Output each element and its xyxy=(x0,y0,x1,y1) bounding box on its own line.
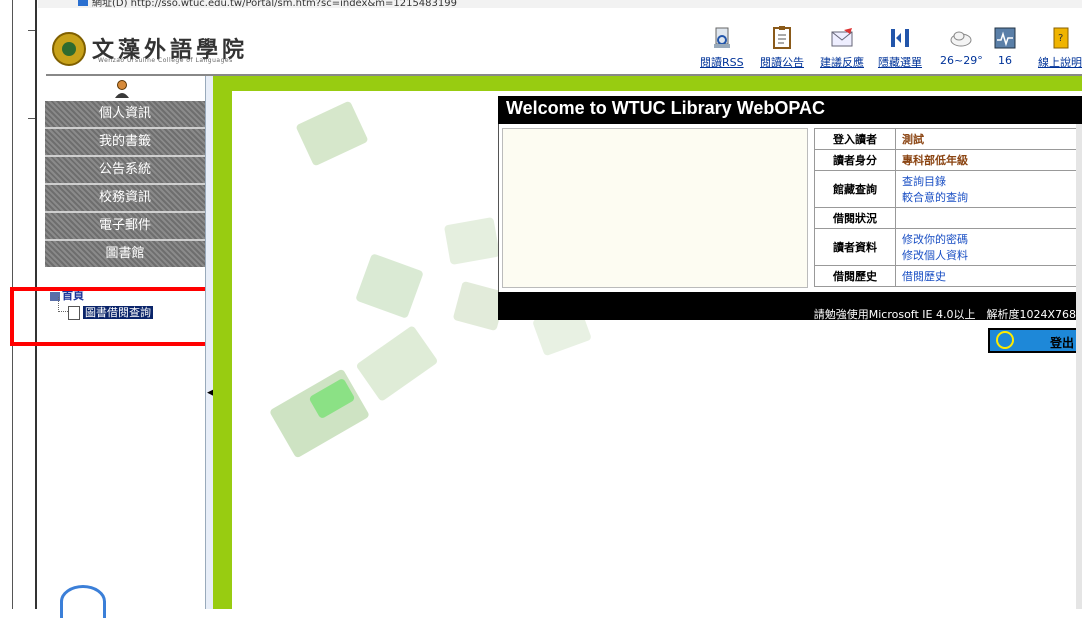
reader-profile-links: 修改你的密碼 修改個人資料 xyxy=(895,228,1079,266)
table-row: 館藏查詢 查詢目錄 較合意的查詢 xyxy=(814,170,1079,208)
menu-library[interactable]: 圖書館 xyxy=(45,241,205,267)
table-row: 讀者身分 專科部低年級 xyxy=(814,149,1079,171)
college-emblem-icon xyxy=(52,32,86,66)
weather-cloud-icon xyxy=(949,26,973,50)
toolbar-announcement-button[interactable]: 閱讀公告 xyxy=(760,26,804,70)
calendar-day: 16 xyxy=(998,54,1012,67)
menu-personal-info[interactable]: 個人資訊 xyxy=(45,101,205,129)
menu-school-affairs[interactable]: 校務資訊 xyxy=(45,185,205,213)
power-icon xyxy=(996,331,1014,349)
toolbar-help-label: 線上說明 xyxy=(1038,56,1082,69)
mail-feedback-icon xyxy=(830,26,854,50)
toolbar-help-button[interactable]: ? 線上說明 xyxy=(1038,26,1082,70)
table-row: 借閱狀況 xyxy=(814,207,1079,229)
menu-announcements[interactable]: 公告系統 xyxy=(45,157,205,185)
logout-button[interactable]: 登出 xyxy=(988,328,1082,353)
calendar-icon xyxy=(993,26,1017,50)
toolbar-rss-button[interactable]: 閱讀RSS xyxy=(700,26,744,70)
user-avatar-icon xyxy=(114,80,130,98)
identity-value: 專科部低年級 xyxy=(895,149,1079,171)
frame-border-top xyxy=(213,76,1082,91)
catalog-query-label: 館藏查詢 xyxy=(814,170,896,208)
browser-requirement-note: 請勉強使用Microsoft IE 4.0以上 解析度1024X768 xyxy=(813,308,1076,321)
hide-menu-icon xyxy=(888,26,912,50)
table-row: 讀者資料 修改你的密碼 修改個人資料 xyxy=(814,228,1079,266)
link-advanced-query[interactable]: 較合意的查詢 xyxy=(902,189,1072,205)
login-value: 測試 xyxy=(895,128,1079,150)
toolbar-hide-menu-button[interactable]: 隱藏選單 xyxy=(878,26,922,70)
clipboard-icon xyxy=(770,26,794,50)
identity-label: 讀者身分 xyxy=(814,149,896,171)
toolbar-rss-label: 閱讀RSS xyxy=(700,56,744,69)
table-row: 登入讀者 測試 xyxy=(814,128,1079,150)
scrollbar[interactable] xyxy=(1076,124,1082,609)
welcome-title: Welcome to WTUC Library WebOPAC xyxy=(506,98,826,118)
reader-info-table: 登入讀者 測試 讀者身分 專科部低年級 館藏查詢 查詢目錄 較合意的查詢 借閱狀… xyxy=(814,128,1079,287)
menu-email[interactable]: 電子郵件 xyxy=(45,213,205,241)
menu-bookmarks[interactable]: 我的書籤 xyxy=(45,129,205,157)
link-loan-history[interactable]: 借閱歷史 xyxy=(895,265,1079,287)
svg-text:?: ? xyxy=(1058,33,1063,44)
rss-reader-icon xyxy=(710,26,734,50)
frame-border-left xyxy=(213,91,232,609)
brand-subtitle: Wenzao Ursuline College of Languages xyxy=(98,57,233,64)
toolbar-feedback-button[interactable]: 建議反應 xyxy=(820,26,864,70)
toolbar-announcement-label: 閱讀公告 xyxy=(760,56,804,69)
loan-status-value xyxy=(895,207,1079,229)
loan-history-label: 借閱歷史 xyxy=(814,265,896,287)
photo-area xyxy=(502,128,808,288)
bottom-logo-icon xyxy=(60,585,106,618)
toolbar-feedback-label: 建議反應 xyxy=(820,56,864,69)
reader-profile-label: 讀者資料 xyxy=(814,228,896,266)
link-edit-profile[interactable]: 修改個人資料 xyxy=(902,247,1072,263)
weather-temperature: 26~29° xyxy=(940,54,983,67)
help-book-icon: ? xyxy=(1048,26,1072,50)
link-change-password[interactable]: 修改你的密碼 xyxy=(902,231,1072,247)
link-search-catalog[interactable]: 查詢目錄 xyxy=(902,173,1072,189)
welcome-header-bar: Welcome to WTUC Library WebOPAC xyxy=(498,96,1082,124)
catalog-query-links: 查詢目錄 較合意的查詢 xyxy=(895,170,1079,208)
toolbar-hide-menu-label: 隱藏選單 xyxy=(878,56,922,69)
ie-page-icon xyxy=(78,0,88,6)
weather-widget[interactable]: 26~29° xyxy=(940,26,983,67)
welcome-footer-bar: 請勉強使用Microsoft IE 4.0以上 解析度1024X768 xyxy=(498,292,1082,321)
loan-status-label: 借閱狀況 xyxy=(814,207,896,229)
calendar-widget[interactable]: 16 xyxy=(993,26,1017,67)
logout-label: 登出 xyxy=(1049,336,1074,350)
table-row: 借閱歷史 借閱歷史 xyxy=(814,265,1079,287)
login-label: 登入讀者 xyxy=(814,128,896,150)
